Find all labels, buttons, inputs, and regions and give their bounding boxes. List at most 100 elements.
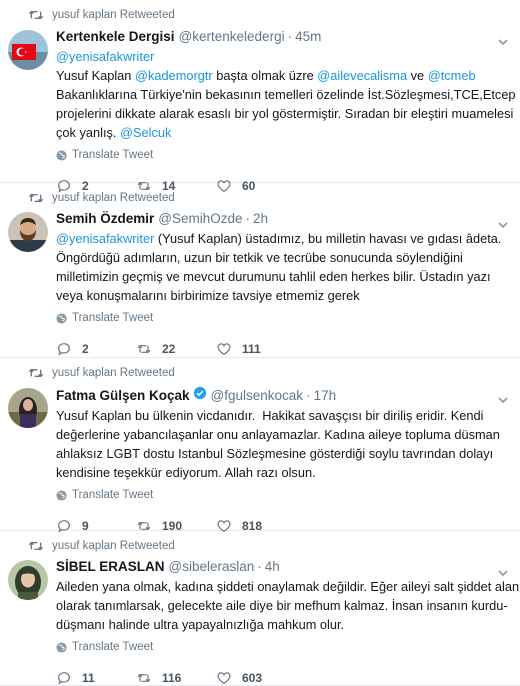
- tweet-text-segment: başta olmak üzre: [212, 68, 318, 83]
- tweet-header: Fatma Gülşen Koçak @fgulsenkocak · 17h: [56, 386, 510, 404]
- reply-button[interactable]: 2: [56, 341, 136, 357]
- tweet-text-line: milletimizin geçmiş ve mevcut durumunu t…: [56, 267, 510, 286]
- retweeted-by-line[interactable]: yusuf kaplan Retweeted: [28, 366, 175, 380]
- avatar[interactable]: [8, 388, 48, 428]
- translate-tweet-link[interactable]: Translate Tweet: [56, 147, 510, 163]
- reply-button[interactable]: 11: [56, 670, 136, 686]
- tweet-text-line: veya konuşmalarını birbirimize tavsiye e…: [56, 286, 510, 305]
- tweet-text-line: çok yanlış. @Selcuk: [56, 123, 510, 142]
- retweeted-by-line[interactable]: yusuf kaplan Retweeted: [28, 539, 175, 553]
- tweet-timestamp[interactable]: 4h: [265, 558, 280, 575]
- tweet-text: @yenisafakwriter Yusuf Kaplan @kademorgtr…: [56, 47, 516, 142]
- tweet-text-line: Öngördüğü adımların, uzun bir tetkik ve …: [56, 248, 510, 267]
- like-icon: [216, 341, 242, 357]
- mention-link[interactable]: @yenisafakwriter: [56, 231, 154, 246]
- tweet-text-segment: ahlaksız LGBT dostu Istanbul Sözleşmesin…: [56, 446, 494, 461]
- retweet-icon: [136, 670, 162, 686]
- tweet-text-segment: kendisine teşekkür ediyorum. Allah razı …: [56, 465, 316, 480]
- tweet-text: Yusuf Kaplan bu ülkenin vicdanıdır. Haki…: [56, 406, 510, 482]
- reply-icon: [56, 670, 82, 686]
- globe-icon: [56, 312, 72, 324]
- author-handle[interactable]: @kertenkeledergi: [179, 28, 285, 45]
- mention-link[interactable]: @kademorgtr: [135, 68, 213, 83]
- author-handle[interactable]: @fgulsenkocak: [211, 387, 304, 404]
- tweet-text-line: Yusuf Kaplan bu ülkenin vicdanıdır. Haki…: [56, 406, 510, 425]
- tweet-card[interactable]: yusuf kaplan Retweeted SİBEL ERASLAN @sibe…: [0, 531, 520, 686]
- verified-badge-icon: [190, 386, 207, 400]
- tweet-text-segment: Öngördüğü adımların, uzun bir tetkik ve …: [56, 250, 463, 265]
- tweet-text: Aileden yana olmak, kadına şiddeti onayl…: [56, 577, 520, 634]
- tweet-text-line: Aileden yana olmak, kadına şiddeti onayl…: [56, 577, 520, 596]
- author-name[interactable]: Semih Özdemir: [56, 210, 154, 227]
- retweeted-by-text: yusuf kaplan Retweeted: [52, 9, 175, 21]
- mention-link[interactable]: @Selcuk: [120, 125, 171, 140]
- mention-link[interactable]: @yenisafakwriter: [56, 49, 154, 64]
- tweet-timestamp[interactable]: 17h: [314, 387, 337, 404]
- separator-dot: ·: [245, 211, 251, 226]
- tweet-content: Semih Özdemir @SemihOzde · 2h @yenisafakwrit…: [56, 210, 510, 358]
- tweet-timestamp[interactable]: 2h: [253, 210, 268, 227]
- author-handle[interactable]: @sibeleraslan: [169, 558, 255, 575]
- tweet-content: Fatma Gülşen Koçak @fgulsenkocak · 17h Yusuf…: [56, 386, 510, 535]
- tweet-text-segment: Bakanlıklarına Türkiye'nin bekasının tem…: [56, 87, 516, 102]
- tweet-timestamp[interactable]: 45m: [295, 28, 321, 45]
- retweet-indicator-icon: [28, 540, 52, 552]
- translate-tweet-label: Translate Tweet: [72, 489, 154, 501]
- tweet-text-line: kendisine teşekkür ediyorum. Allah razı …: [56, 463, 510, 482]
- tweet-text: @yenisafakwriter (Yusuf Kaplan) üstadımı…: [56, 229, 510, 305]
- tweet-text-line: ahlaksız LGBT dostu Istanbul Sözleşmesin…: [56, 444, 510, 463]
- tweet-content: Kertenkele Dergisi @kertenkeledergi · 45m @y…: [56, 28, 516, 195]
- tweet-text-line: @yenisafakwriter (Yusuf Kaplan) üstadımı…: [56, 229, 510, 248]
- separator-dot: ·: [257, 559, 262, 574]
- mention-link[interactable]: @ailevecalisma: [317, 68, 407, 83]
- translate-tweet-label: Translate Tweet: [72, 149, 154, 161]
- tweet-text-segment: düşmanı halinde ultra yapayalnızlığa mah…: [56, 617, 345, 632]
- tweet-text-line: olarak tanımlarsak, gelecekte aile diye …: [56, 596, 510, 615]
- retweet-icon: [136, 341, 162, 357]
- tweet-header: Semih Özdemir @SemihOzde · 2h: [56, 210, 510, 227]
- tweet-text-line: değerlerine yabancılaşanlar onu anlayama…: [56, 425, 510, 444]
- tweet-text-line: düşmanı halinde ultra yapayalnızlığa mah…: [56, 615, 510, 634]
- like-button[interactable]: 111: [216, 341, 296, 357]
- tweet-text-line: Bakanlıklarına Türkiye'nin bekasının tem…: [56, 85, 516, 104]
- retweet-count: 22: [162, 342, 176, 356]
- like-icon: [216, 670, 242, 686]
- tweet-text-segment: çok yanlış.: [56, 125, 121, 140]
- like-count: 603: [242, 671, 263, 685]
- tweet-text-segment: projelerini dikkate alarak esaslı bir yo…: [56, 106, 514, 121]
- mention-link[interactable]: @tcmeb: [428, 68, 476, 83]
- translate-tweet-link[interactable]: Translate Tweet: [56, 310, 510, 326]
- author-name[interactable]: Kertenkele Dergisi: [56, 28, 175, 45]
- author-name[interactable]: Fatma Gülşen Koçak: [56, 387, 190, 404]
- avatar[interactable]: [8, 30, 48, 70]
- translate-tweet-label: Translate Tweet: [72, 312, 154, 324]
- avatar[interactable]: [8, 212, 48, 252]
- retweet-button[interactable]: 116: [136, 670, 216, 686]
- retweeted-by-text: yusuf kaplan Retweeted: [52, 192, 175, 204]
- tweet-actions: 2 22 111: [56, 340, 510, 358]
- tweet-header: SİBEL ERASLAN @sibeleraslan · 4h: [56, 558, 510, 575]
- retweeted-by-line[interactable]: yusuf kaplan Retweeted: [28, 8, 175, 22]
- separator-dot: ·: [287, 29, 293, 44]
- tweet-text-line: projelerini dikkate alarak esaslı bir yo…: [56, 104, 514, 123]
- translate-tweet-link[interactable]: Translate Tweet: [56, 639, 510, 655]
- like-button[interactable]: 603: [216, 670, 296, 686]
- tweet-text-segment: Aileden yana olmak, kadına şiddeti onayl…: [56, 579, 520, 594]
- tweet-card[interactable]: yusuf kaplan Retweeted Fatma Gülşen Koçak…: [0, 358, 520, 533]
- reply-count: 2: [82, 342, 89, 356]
- retweeted-by-text: yusuf kaplan Retweeted: [52, 540, 175, 552]
- tweet-card[interactable]: yusuf kaplan Retweeted Kertenkele Dergisi…: [0, 0, 520, 193]
- author-handle[interactable]: @SemihOzde: [158, 210, 242, 227]
- tweet-card[interactable]: yusuf kaplan Retweeted Semih Özdemir @Semi…: [0, 183, 520, 358]
- tweet-text-segment: değerlerine yabancılaşanlar onu anlayama…: [56, 427, 500, 442]
- tweet-text-line: @yenisafakwriter: [56, 47, 510, 66]
- translate-tweet-link[interactable]: Translate Tweet: [56, 487, 510, 503]
- tweet-header: Kertenkele Dergisi @kertenkeledergi · 45m: [56, 28, 510, 45]
- avatar[interactable]: [8, 560, 48, 600]
- retweet-count: 116: [162, 671, 182, 685]
- retweet-button[interactable]: 22: [136, 341, 216, 357]
- author-name[interactable]: SİBEL ERASLAN: [56, 558, 165, 575]
- tweet-text-segment: Yusuf Kaplan bu ülkenin vicdanıdır. Haki…: [56, 408, 484, 423]
- retweet-indicator-icon: [28, 192, 52, 204]
- retweeted-by-line[interactable]: yusuf kaplan Retweeted: [28, 191, 175, 205]
